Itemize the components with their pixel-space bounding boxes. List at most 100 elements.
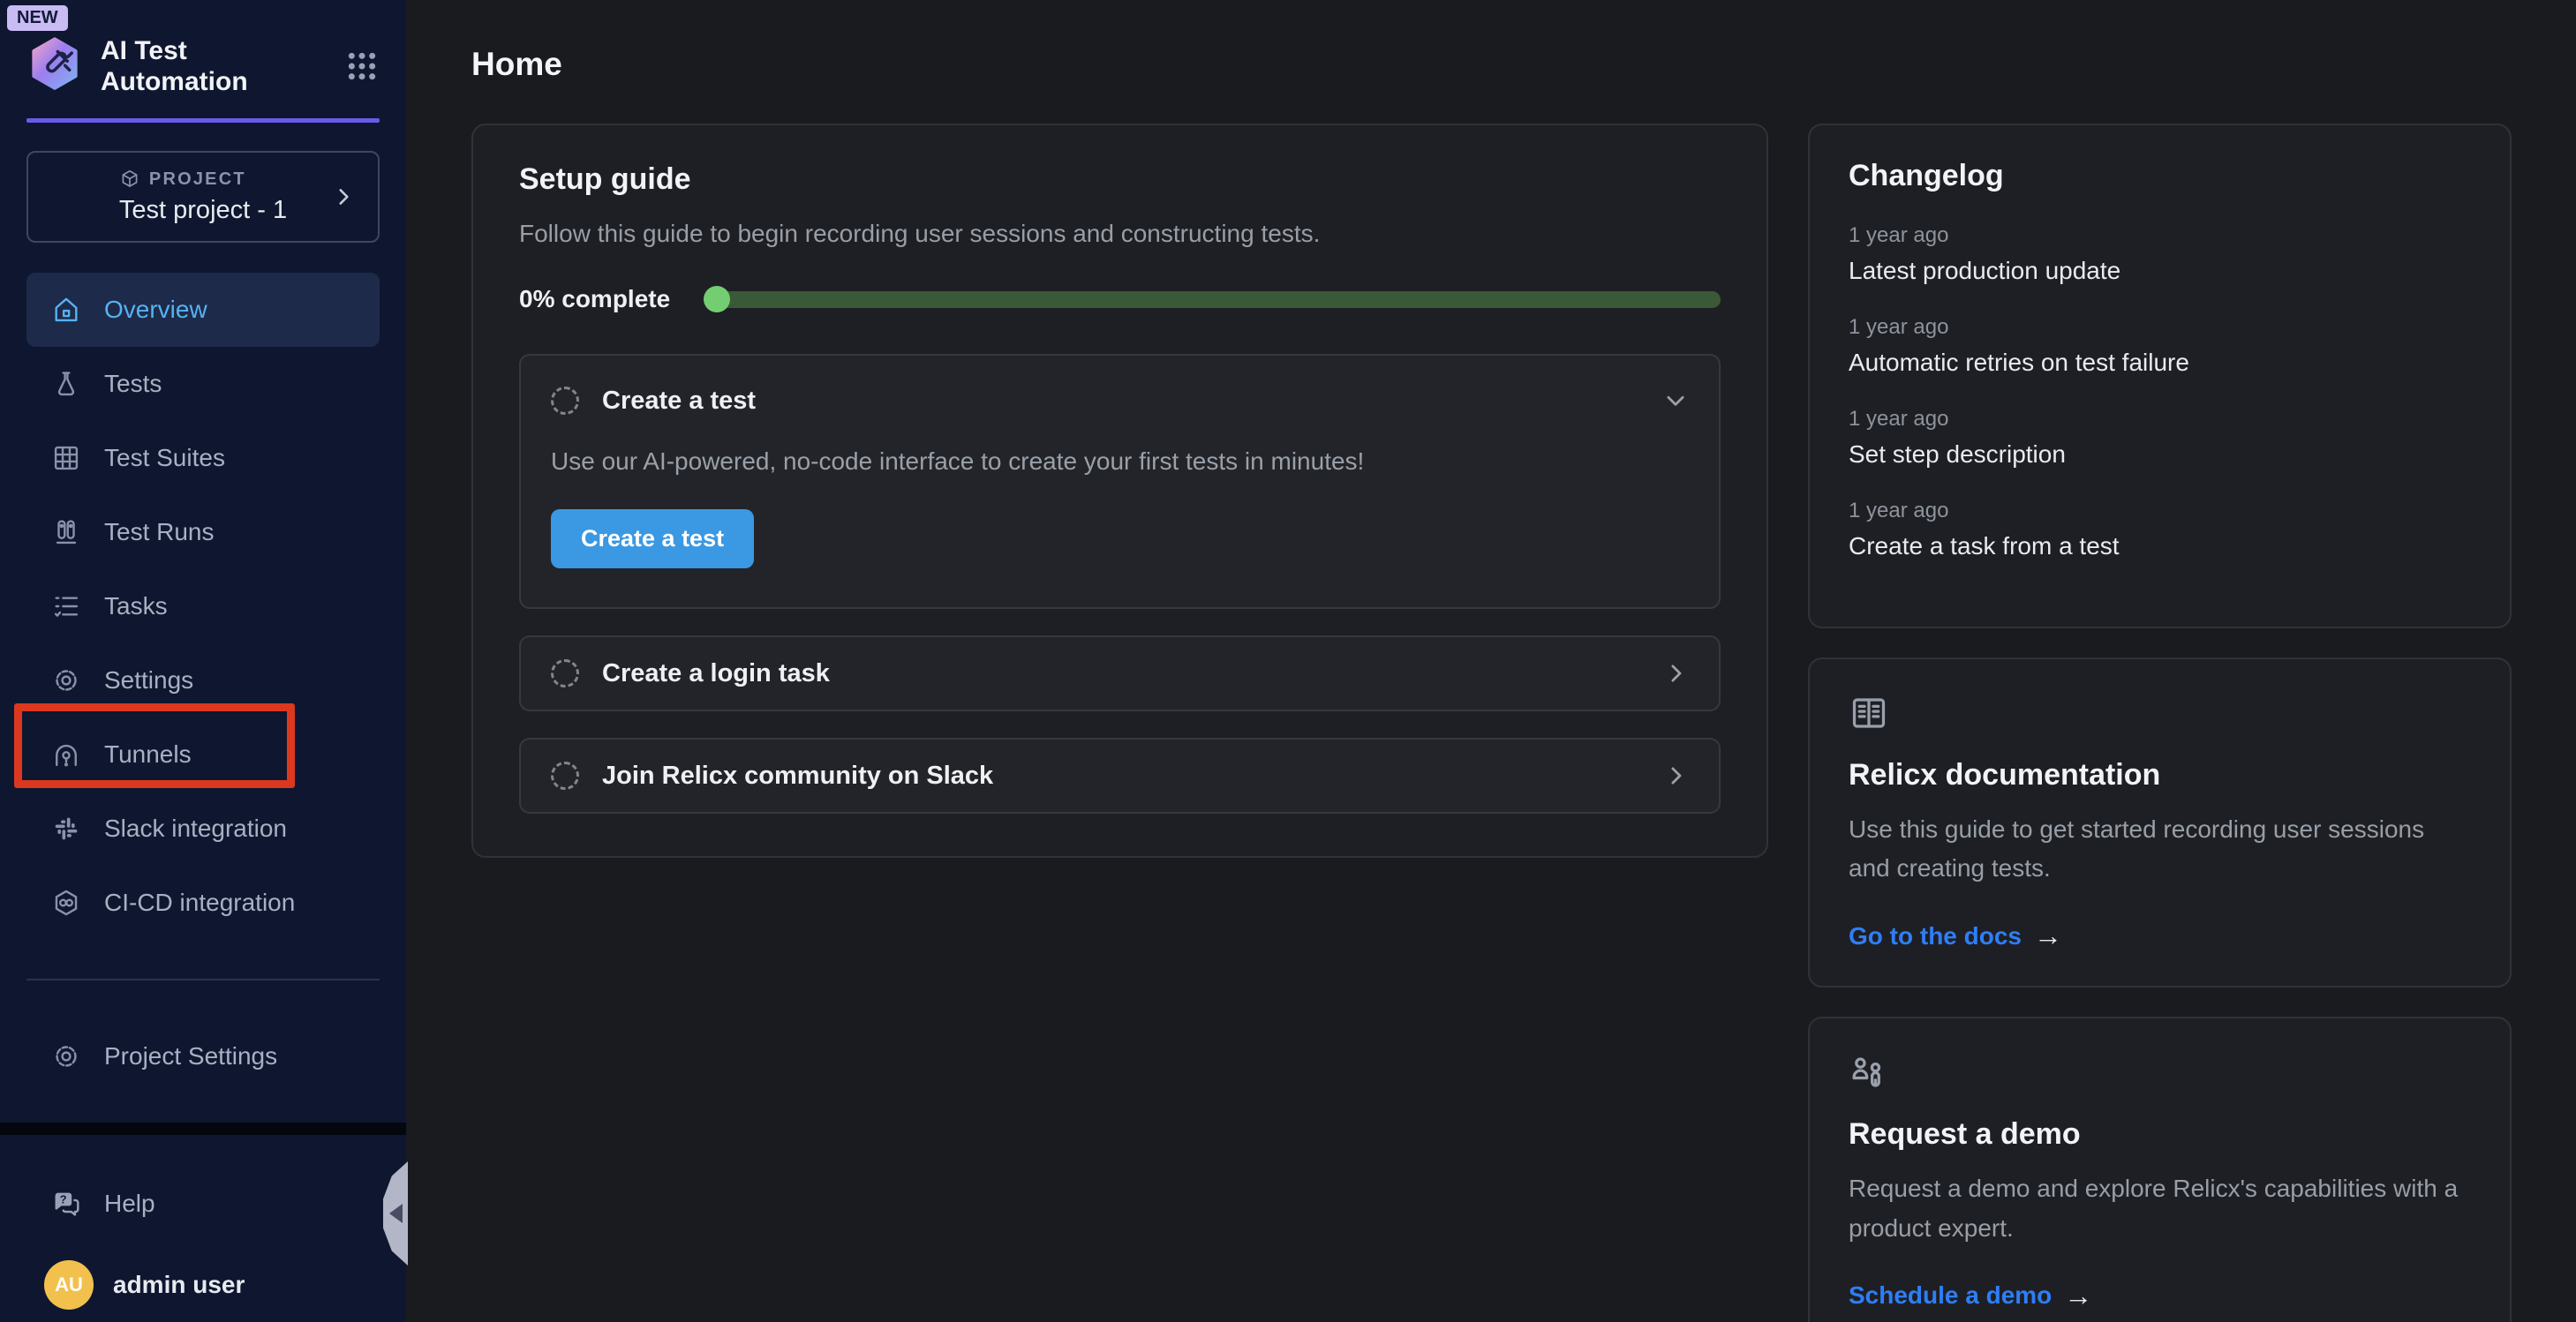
entry-title: Latest production update [1849, 257, 2471, 285]
project-name: Test project - 1 [119, 196, 287, 225]
setup-guide-card: Setup guide Follow this guide to begin r… [471, 124, 1768, 858]
sidebar-item-tunnels[interactable]: Tunnels [26, 717, 380, 792]
sidebar-item-label: Test Runs [104, 518, 215, 546]
package-cube-icon [119, 169, 140, 190]
progress-bar [704, 291, 1721, 308]
tasks-list-icon [51, 591, 81, 621]
sidebar-item-label: Test Suites [104, 444, 225, 472]
step-title: Join Relicx community on Slack [602, 762, 1639, 791]
project-label: PROJECT [149, 169, 246, 190]
collapse-arrow-icon[interactable] [389, 1204, 403, 1223]
step-header[interactable]: Create a login task [551, 637, 1689, 710]
sidebar-item-label: Tasks [104, 592, 168, 620]
user-menu[interactable]: AU admin user [26, 1260, 380, 1310]
page-title: Home [471, 46, 2512, 83]
flask-icon [51, 369, 81, 399]
progress-row: 0% complete [519, 285, 1721, 313]
step-join-relicx-community: Join Relicx community on Slack [519, 738, 1721, 814]
entry-time: 1 year ago [1849, 407, 2471, 432]
app-logo-icon [28, 37, 81, 95]
incomplete-step-icon [551, 762, 579, 790]
people-icon [1849, 1052, 1889, 1093]
sidebar-item-label: Slack integration [104, 815, 287, 843]
grid-icon [51, 443, 81, 473]
step-create-a-login-task: Create a login task [519, 635, 1721, 711]
sidebar-item-project-settings[interactable]: Project Settings [26, 1019, 380, 1093]
project-selector[interactable]: PROJECT Test project - 1 [26, 151, 380, 243]
sidebar-item-tasks[interactable]: Tasks [26, 569, 380, 643]
sidebar-item-settings[interactable]: Settings [26, 643, 380, 717]
incomplete-step-icon [551, 387, 579, 415]
sidebar-item-tests[interactable]: Tests [26, 347, 380, 421]
entry-title: Automatic retries on test failure [1849, 349, 2471, 377]
link-label: Schedule a demo [1849, 1281, 2052, 1310]
home-icon [51, 295, 81, 325]
sidebar-item-label: CI-CD integration [104, 889, 295, 917]
arrow-right-icon: → [2034, 920, 2062, 952]
slack-icon [51, 814, 81, 844]
step-header[interactable]: Join Relicx community on Slack [551, 740, 1689, 812]
sidebar-item-overview[interactable]: Overview [26, 273, 380, 347]
apps-grid-icon[interactable] [344, 49, 380, 84]
sidebar-footer: ? Help AU admin user [0, 1123, 406, 1322]
sidebar-item-label: Tunnels [104, 740, 192, 769]
setup-guide-description: Follow this guide to begin recording use… [519, 220, 1721, 248]
create-a-test-button[interactable]: Create a test [551, 509, 754, 568]
sidebar-item-label: Tests [104, 370, 162, 398]
setup-guide-title: Setup guide [519, 162, 1721, 197]
help-chat-icon: ? [51, 1189, 81, 1219]
svg-text:?: ? [60, 1192, 67, 1206]
app-screen: NEW [0, 0, 2576, 1322]
cicd-hexagon-icon [51, 888, 81, 918]
progress-indicator [704, 286, 730, 312]
book-icon [1849, 693, 1889, 733]
schedule-demo-link[interactable]: Schedule a demo → [1849, 1280, 2092, 1312]
help-button[interactable]: ? Help [26, 1167, 380, 1241]
entry-title: Set step description [1849, 440, 2471, 469]
sidebar-item-label: Overview [104, 296, 207, 324]
accent-divider [26, 118, 380, 123]
sidebar: NEW [0, 0, 406, 1322]
user-name: admin user [113, 1271, 245, 1299]
chevron-right-icon[interactable] [1662, 660, 1689, 687]
incomplete-step-icon [551, 659, 579, 687]
tunnel-icon [51, 740, 81, 770]
progress-label: 0% complete [519, 285, 670, 313]
step-title: Create a test [602, 387, 1639, 416]
sidebar-item-label: Project Settings [104, 1042, 277, 1070]
main-content: Home Setup guide Follow this guide to be… [406, 0, 2576, 1322]
step-header[interactable]: Create a test [551, 380, 1689, 421]
changelog-title: Changelog [1849, 159, 2471, 193]
documentation-card: Relicx documentation Use this guide to g… [1808, 657, 2512, 988]
project-selector-content: PROJECT Test project - 1 [119, 169, 287, 225]
sidebar-nav: Overview Tests Test Suites Test Runs [26, 273, 380, 940]
sidebar-divider [26, 979, 380, 980]
sidebar-item-test-runs[interactable]: Test Runs [26, 495, 380, 569]
sidebar-item-slack-integration[interactable]: Slack integration [26, 792, 380, 866]
arrow-right-icon: → [2064, 1280, 2092, 1312]
docs-title: Relicx documentation [1849, 758, 2471, 792]
entry-title: Create a task from a test [1849, 532, 2471, 560]
chevron-down-icon[interactable] [1662, 387, 1689, 414]
entry-time: 1 year ago [1849, 499, 2471, 523]
avatar: AU [44, 1260, 94, 1310]
entry-time: 1 year ago [1849, 223, 2471, 248]
sidebar-item-cicd-integration[interactable]: CI-CD integration [26, 866, 380, 940]
docs-description: Use this guide to get started recording … [1849, 810, 2471, 888]
sidebar-secondary-nav: Project Settings [26, 1019, 380, 1093]
step-description: Use our AI-powered, no-code interface to… [551, 447, 1689, 476]
changelog-entry[interactable]: 1 year ago Latest production update [1849, 223, 2471, 285]
test-runs-icon [51, 517, 81, 547]
changelog-entry[interactable]: 1 year ago Automatic retries on test fai… [1849, 315, 2471, 377]
sidebar-item-test-suites[interactable]: Test Suites [26, 421, 380, 495]
gear-icon [51, 1041, 81, 1071]
help-label: Help [104, 1190, 155, 1218]
request-demo-card: Request a demo Request a demo and explor… [1808, 1017, 2512, 1322]
changelog-entry[interactable]: 1 year ago Create a task from a test [1849, 499, 2471, 560]
sidebar-item-label: Settings [104, 666, 193, 695]
go-to-docs-link[interactable]: Go to the docs → [1849, 920, 2062, 952]
chevron-right-icon[interactable] [1662, 762, 1689, 789]
setup-steps: Create a test Use our AI-powered, no-cod… [519, 354, 1721, 814]
changelog-entry[interactable]: 1 year ago Set step description [1849, 407, 2471, 469]
app-name: AI Test Automation [101, 35, 325, 97]
